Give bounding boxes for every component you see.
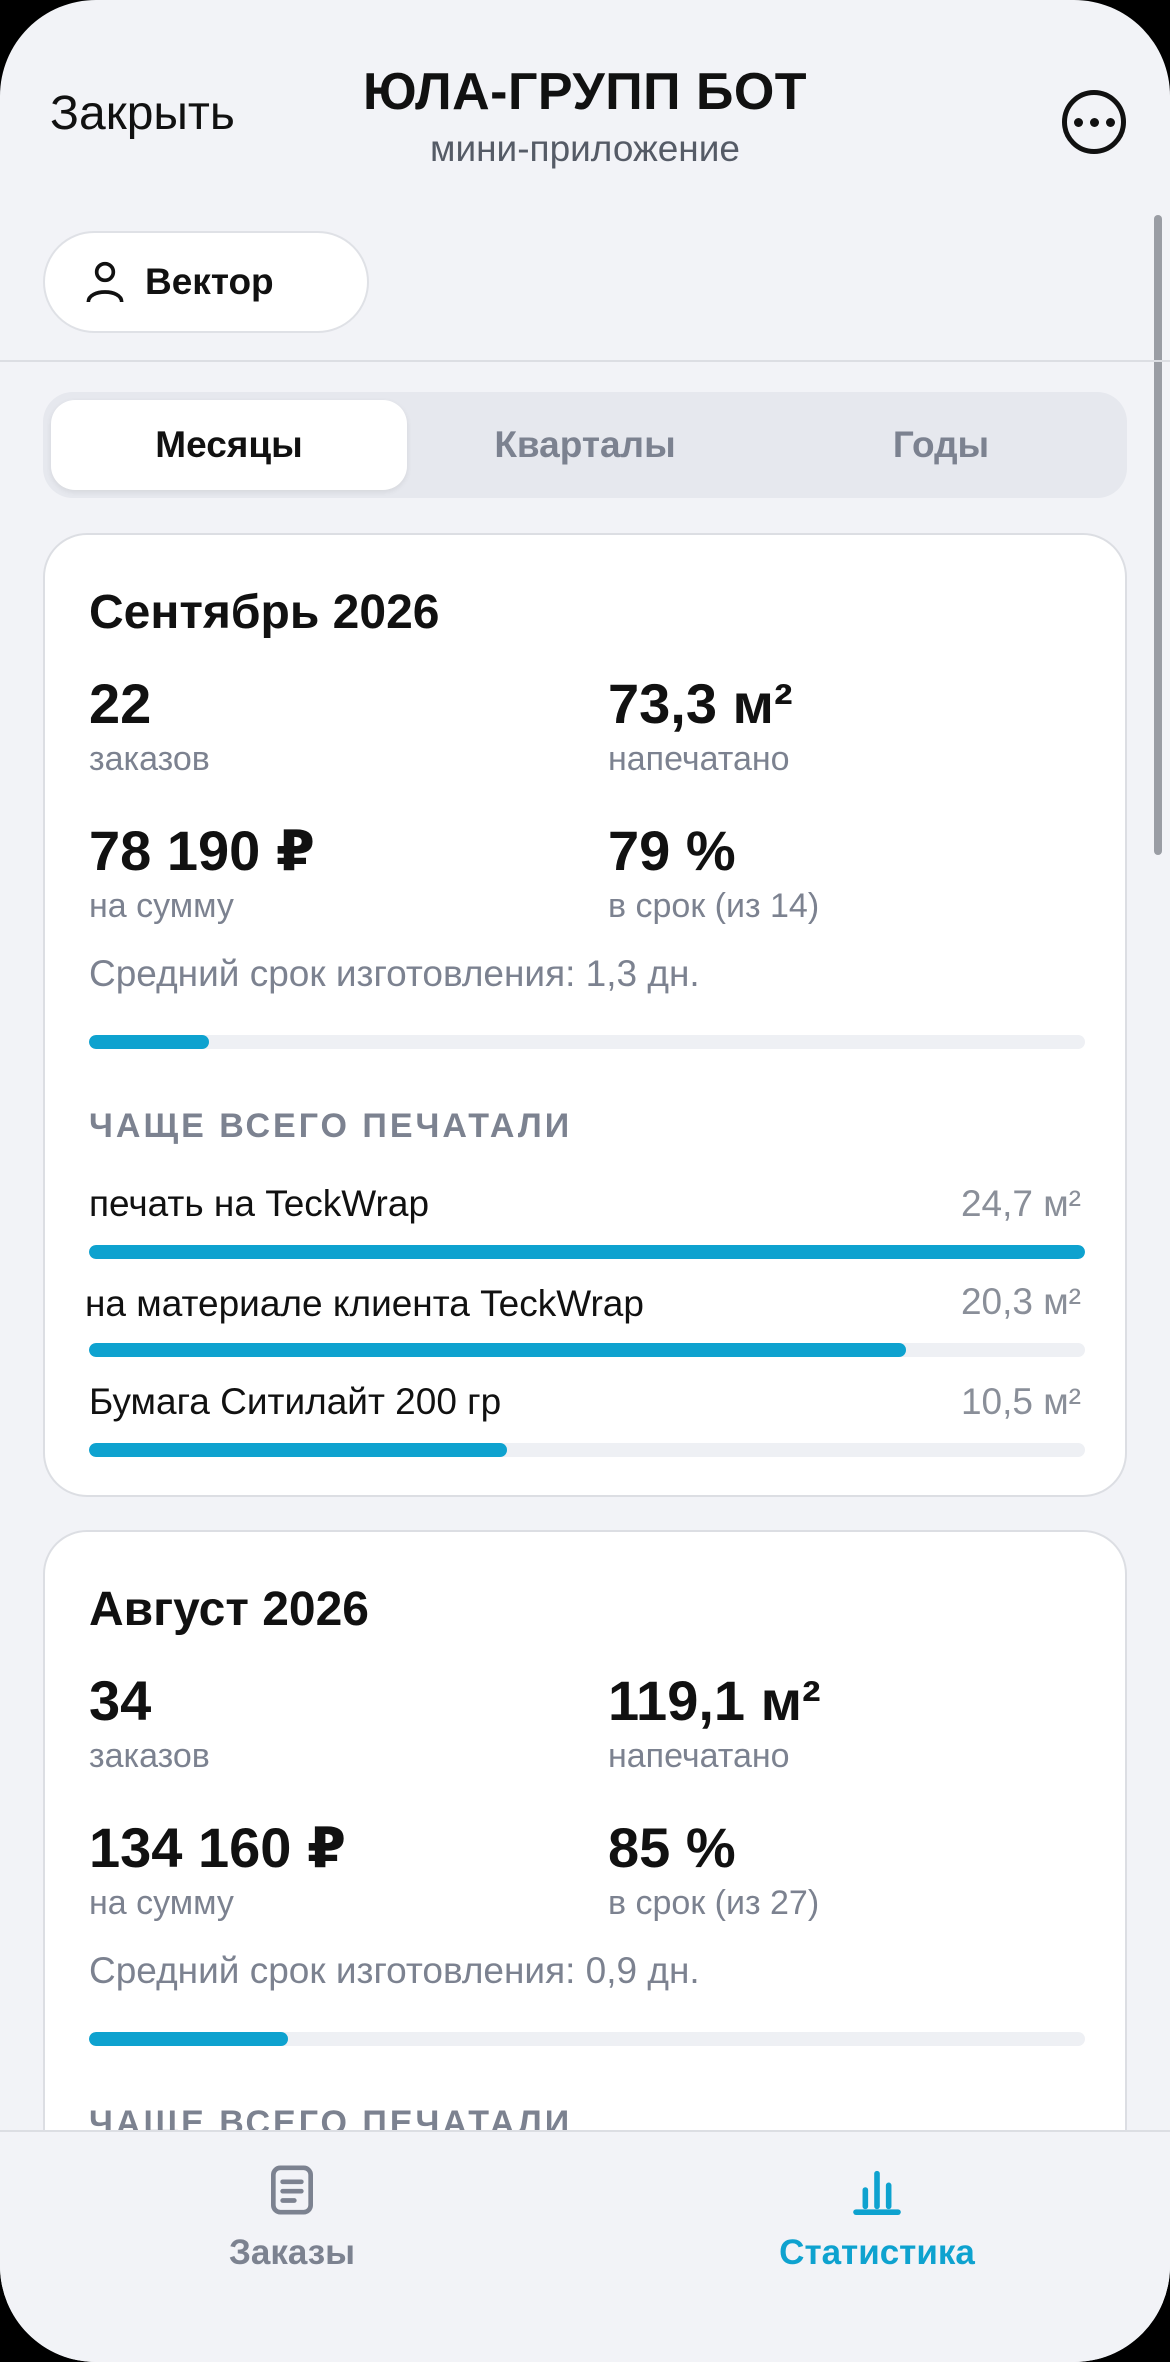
material-progress-fill: [89, 1343, 906, 1357]
user-icon: [86, 261, 124, 303]
orders-label: заказов: [89, 740, 210, 778]
divider: [0, 360, 1170, 362]
bar-chart-icon: [853, 2170, 901, 2215]
tab-years[interactable]: Годы: [763, 400, 1119, 490]
material-name: на материале клиента TeckWrap: [85, 1283, 644, 1324]
material-progress-fill: [89, 1443, 508, 1457]
app-screen: Закрыть ЮЛА-ГРУПП БОТ мини-приложение Ве…: [0, 0, 1170, 2362]
avg-time-progress-fill: [89, 1035, 209, 1049]
on-time-percent: 85 %: [608, 1816, 736, 1879]
top-materials-heading: ЧАЩЕ ВСЕГО ПЕЧАТАЛИ: [89, 1107, 573, 1145]
orders-label: заказов: [89, 1737, 210, 1775]
month-card-september: Сентябрь 2026 22 заказов 73,3 м² напечат…: [43, 533, 1127, 1497]
material-progress: [89, 1245, 1085, 1259]
month-card-august: Август 2026 34 заказов 119,1 м² напечата…: [43, 1530, 1127, 2230]
bottom-tab-bar: Заказы Статистика: [0, 2130, 1170, 2362]
avg-time-progress: [89, 2032, 1085, 2046]
scrollbar[interactable]: [1154, 215, 1162, 855]
orders-sum: 78 190 ₽: [89, 819, 315, 882]
sum-label: на сумму: [89, 1884, 234, 1922]
title-block: ЮЛА-ГРУПП БОТ мини-приложение: [0, 62, 1170, 170]
printed-label: напечатано: [608, 1737, 790, 1775]
orders-sum: 134 160 ₽: [89, 1816, 346, 1879]
tab-months[interactable]: Месяцы: [51, 400, 407, 490]
user-name: Вектор: [145, 261, 274, 302]
material-value: 20,3 м²: [960, 1281, 1081, 1322]
orders-count: 22: [89, 672, 152, 735]
more-icon: [1073, 117, 1115, 127]
tab-orders-label: Заказы: [228, 2233, 356, 2272]
avg-production-time: Средний срок изготовления: 0,9 дн.: [89, 1950, 700, 1991]
tab-statistics[interactable]: Статистика: [727, 2162, 1027, 2273]
month-title: Август 2026: [89, 1583, 369, 1636]
material-progress: [89, 1343, 1085, 1357]
material-name: Бумага Ситилайт 200 гр: [89, 1381, 502, 1422]
avg-time-progress: [89, 1035, 1085, 1049]
tab-statistics-label: Статистика: [779, 2233, 975, 2272]
orders-count: 34: [89, 1669, 152, 1732]
printed-area: 119,1 м²: [608, 1669, 821, 1732]
material-progress: [89, 1443, 1085, 1457]
on-time-percent: 79 %: [608, 819, 736, 882]
user-chip[interactable]: Вектор: [43, 231, 369, 333]
avg-production-time: Средний срок изготовления: 1,3 дн.: [89, 953, 700, 994]
header: Закрыть ЮЛА-ГРУПП БОТ мини-приложение: [0, 0, 1170, 180]
period-segmented-control: Месяцы Кварталы Годы: [43, 392, 1127, 498]
material-name: печать на TeckWrap: [89, 1183, 430, 1224]
app-title: ЮЛА-ГРУПП БОТ: [362, 63, 808, 121]
material-value: 24,7 м²: [960, 1183, 1081, 1224]
on-time-label: в срок (из 27): [608, 1884, 820, 1922]
app-subtitle: мини-приложение: [430, 128, 740, 169]
on-time-label: в срок (из 14): [608, 887, 820, 925]
tab-orders[interactable]: Заказы: [142, 2162, 442, 2273]
more-button[interactable]: [1062, 90, 1126, 154]
material-progress-fill: [89, 1245, 1085, 1259]
document-icon: [271, 2165, 313, 2215]
printed-area: 73,3 м²: [608, 672, 793, 735]
tab-quarters[interactable]: Кварталы: [407, 400, 763, 490]
avg-time-progress-fill: [89, 2032, 289, 2046]
month-title: Сентябрь 2026: [89, 586, 440, 639]
printed-label: напечатано: [608, 740, 790, 778]
material-value: 10,5 м²: [960, 1381, 1081, 1422]
sum-label: на сумму: [89, 887, 234, 925]
